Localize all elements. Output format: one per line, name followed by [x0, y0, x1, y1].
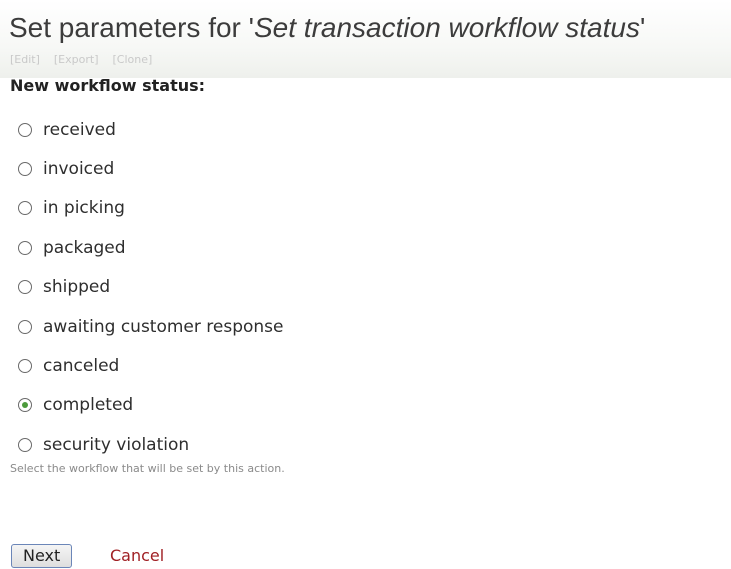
action-links: [Edit] [Export] [Clone]: [10, 53, 166, 66]
workflow-status-label: New workflow status:: [10, 76, 206, 95]
option-label: shipped: [43, 277, 111, 298]
page-title-prefix: Set parameters for ': [9, 12, 254, 43]
option-label: completed: [43, 395, 134, 416]
radio-shipped[interactable]: [18, 280, 32, 295]
option-received[interactable]: received: [18, 110, 284, 149]
radio-in-picking[interactable]: [18, 201, 32, 216]
option-label: packaged: [43, 237, 126, 258]
help-text: Select the workflow that will be set by …: [10, 462, 285, 475]
radio-awaiting-customer-response[interactable]: [18, 319, 32, 334]
option-invoiced[interactable]: invoiced: [18, 149, 284, 188]
option-security-violation[interactable]: security violation: [18, 425, 284, 464]
option-label: invoiced: [43, 159, 115, 180]
radio-completed[interactable]: [18, 398, 32, 413]
radio-invoiced[interactable]: [18, 162, 32, 177]
workflow-parameters-page: Set parameters for 'Set transaction work…: [0, 0, 731, 569]
option-awaiting-customer-response[interactable]: awaiting customer response: [18, 307, 284, 346]
export-link[interactable]: [Export]: [54, 53, 99, 66]
workflow-status-options: received invoiced in picking packaged sh…: [18, 110, 284, 465]
edit-link[interactable]: [Edit]: [10, 53, 40, 66]
option-label: canceled: [43, 356, 120, 377]
cancel-link[interactable]: Cancel: [110, 545, 164, 567]
option-completed[interactable]: completed: [18, 386, 284, 425]
page-title-action-name: Set transaction workflow status: [254, 12, 640, 43]
radio-canceled[interactable]: [18, 359, 32, 374]
option-canceled[interactable]: canceled: [18, 346, 284, 385]
radio-received[interactable]: [18, 122, 32, 137]
option-packaged[interactable]: packaged: [18, 228, 284, 267]
clone-link[interactable]: [Clone]: [112, 53, 152, 66]
page-title: Set parameters for 'Set transaction work…: [9, 11, 645, 45]
radio-security-violation[interactable]: [18, 437, 32, 452]
radio-packaged[interactable]: [18, 240, 32, 255]
option-label: in picking: [43, 198, 125, 219]
option-label: security violation: [43, 434, 190, 455]
option-label: received: [43, 119, 116, 140]
option-label: awaiting customer response: [43, 316, 284, 337]
page-title-suffix: ': [639, 12, 646, 43]
option-in-picking[interactable]: in picking: [18, 189, 284, 228]
next-button[interactable]: Next: [11, 544, 73, 568]
option-shipped[interactable]: shipped: [18, 268, 284, 307]
